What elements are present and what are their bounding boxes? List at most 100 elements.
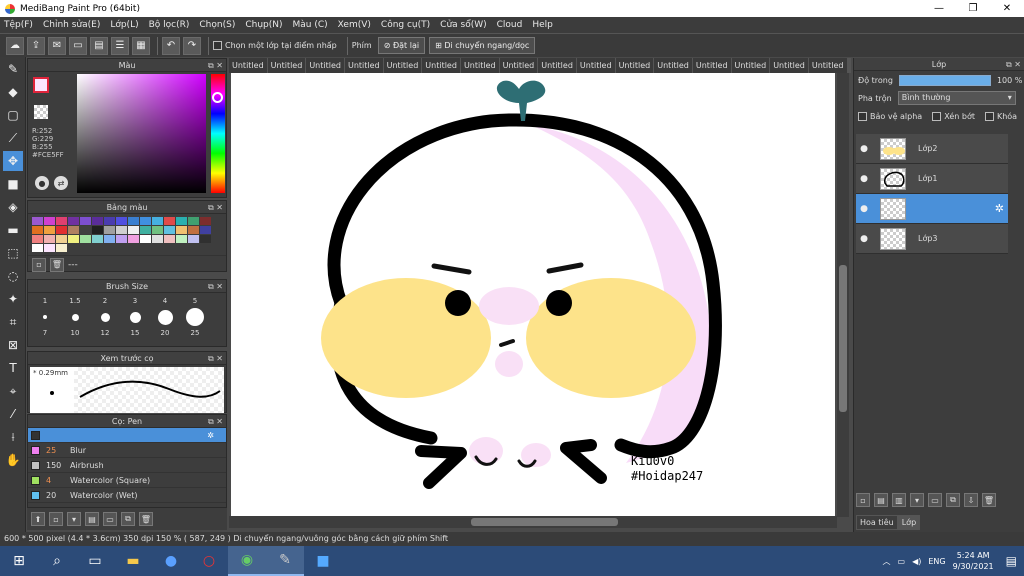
palette-swatch[interactable] xyxy=(104,235,115,243)
palette-swatch[interactable] xyxy=(176,235,187,243)
minimize-button[interactable]: — xyxy=(922,0,956,17)
list-icon[interactable]: ☰ xyxy=(111,36,129,55)
move-tool-icon[interactable]: ✥ xyxy=(3,151,23,171)
tab-untitled[interactable]: Untitled xyxy=(732,58,771,73)
trash-icon[interactable]: 🗑 xyxy=(982,493,996,507)
panel-controls-icon[interactable]: ⧉ ✕ xyxy=(208,280,223,293)
layer-row[interactable]: ● Lớp3 xyxy=(856,224,1008,254)
language-indicator[interactable]: ENG xyxy=(928,557,945,566)
brush-item-pen[interactable]: ✲ xyxy=(28,428,226,443)
brush-item[interactable]: 150 Airbrush xyxy=(28,458,226,473)
brush-size-option[interactable]: 1.5 10 xyxy=(60,295,90,339)
brush-size-option[interactable]: 17 xyxy=(30,295,60,339)
palette-swatch[interactable] xyxy=(44,235,55,243)
tab-untitled[interactable]: Untitled xyxy=(770,58,809,73)
palette-swatch[interactable] xyxy=(56,217,67,225)
new-brush-icon[interactable]: ▫ xyxy=(49,512,63,526)
grid-icon[interactable]: ▦ xyxy=(132,36,150,55)
redo-icon[interactable]: ↷ xyxy=(183,36,201,55)
cloud-icon[interactable]: ☁ xyxy=(6,36,24,55)
menu-filter[interactable]: Bộ lọc(R) xyxy=(149,20,190,30)
palette-swatch[interactable] xyxy=(32,235,43,243)
brush-item[interactable]: 20 Watercolor (Wet) xyxy=(28,488,226,503)
folder-icon[interactable]: ▭ xyxy=(103,512,117,526)
palette-swatch[interactable] xyxy=(56,226,67,234)
palette-swatch[interactable] xyxy=(116,217,127,225)
visibility-icon[interactable]: ● xyxy=(856,144,872,154)
maximize-button[interactable]: ❐ xyxy=(956,0,990,17)
hand-tool-icon[interactable]: ✋ xyxy=(3,450,23,470)
vertical-scrollbar[interactable] xyxy=(837,73,849,517)
visibility-icon[interactable]: ● xyxy=(856,204,872,214)
palette-swatch[interactable] xyxy=(104,226,115,234)
palette-swatch[interactable] xyxy=(56,244,67,252)
medibang-icon[interactable]: ✎ xyxy=(266,546,304,576)
palette-swatch[interactable] xyxy=(32,226,43,234)
brush-item[interactable]: 4 Watercolor (Square) xyxy=(28,473,226,488)
layer-menu-icon[interactable]: ▾ xyxy=(910,493,924,507)
palette-swatch[interactable] xyxy=(188,226,199,234)
tab-untitled[interactable]: Untitled xyxy=(268,58,307,73)
palette-swatch[interactable] xyxy=(188,235,199,243)
zalo-icon[interactable]: ● xyxy=(152,546,190,576)
panel-controls-icon[interactable]: ⧉ ✕ xyxy=(1006,58,1021,71)
canvas-area[interactable]: Kiu0v0 #Hoidap247 xyxy=(229,73,849,517)
visibility-icon[interactable]: ● xyxy=(856,174,872,184)
gradient-tool-icon[interactable]: ▬ xyxy=(3,220,23,240)
palette-swatch[interactable] xyxy=(80,226,91,234)
menu-color[interactable]: Màu (C) xyxy=(293,20,328,30)
eraser-tool-icon[interactable]: ◆ xyxy=(3,82,23,102)
palette-swatch[interactable] xyxy=(68,226,79,234)
layer-row[interactable]: ● Lớp2 xyxy=(856,134,1008,164)
search-icon[interactable]: ⌕ xyxy=(38,546,76,576)
new-layer-icon[interactable]: ▫ xyxy=(856,493,870,507)
divide-tool-icon[interactable]: ⁄ xyxy=(3,404,23,424)
palette-swatch[interactable] xyxy=(200,235,211,243)
palette-swatch[interactable] xyxy=(104,217,115,225)
move-straight-button[interactable]: ⊞ Di chuyển ngang/dọc xyxy=(429,37,536,54)
brush-item[interactable]: 25 Blur xyxy=(28,443,226,458)
merge-down-icon[interactable]: ⇩ xyxy=(964,493,978,507)
palette-swatch[interactable] xyxy=(164,217,175,225)
menu-help[interactable]: Help xyxy=(532,20,553,30)
fill-rect-tool-icon[interactable]: ■ xyxy=(3,174,23,194)
panel-controls-icon[interactable]: ⧉ ✕ xyxy=(208,201,223,214)
reset-button[interactable]: ⊘ Đặt lại xyxy=(377,37,426,54)
file-explorer-icon[interactable]: ▬ xyxy=(114,546,152,576)
horizontal-scroll-thumb[interactable] xyxy=(471,518,618,526)
menu-file[interactable]: Tệp(F) xyxy=(4,20,33,30)
palette-swatch[interactable] xyxy=(56,235,67,243)
operation-tool-icon[interactable]: ⌖ xyxy=(3,381,23,401)
tab-untitled[interactable]: Untitled xyxy=(577,58,616,73)
panel-controls-icon[interactable]: ⧉ ✕ xyxy=(208,415,223,428)
palette-swatch[interactable] xyxy=(92,217,103,225)
opacity-slider[interactable] xyxy=(898,74,991,86)
palette-swatch[interactable] xyxy=(32,244,43,252)
palette-swatch[interactable] xyxy=(188,217,199,225)
foreground-color-swatch[interactable] xyxy=(33,77,49,93)
dot-tool-icon[interactable]: ⟋ xyxy=(3,128,23,148)
palette-swatch[interactable] xyxy=(80,217,91,225)
tab-untitled[interactable]: Untitled xyxy=(345,58,384,73)
notification-icon[interactable]: ▤ xyxy=(1006,554,1017,568)
palette-swatch[interactable] xyxy=(200,226,211,234)
new-halftone-layer-icon[interactable]: ▤ xyxy=(874,493,888,507)
palette-swatch[interactable] xyxy=(176,217,187,225)
palette-swatch[interactable] xyxy=(140,235,151,243)
lock-checkbox[interactable] xyxy=(984,111,994,121)
panel-controls-icon[interactable]: ⧉ ✕ xyxy=(208,59,223,72)
tab-untitled[interactable]: Untitled xyxy=(616,58,655,73)
palette-swatch[interactable] xyxy=(176,226,187,234)
add-brush-icon[interactable]: ⬆ xyxy=(31,512,45,526)
tab-untitled[interactable]: Untitled xyxy=(847,58,851,73)
layer-row-selected[interactable]: ● ✲ xyxy=(856,194,1008,224)
gear-icon[interactable]: ✲ xyxy=(995,202,1004,215)
chrome-icon[interactable]: ◉ xyxy=(228,546,266,576)
brush-size-option[interactable]: 3 15 xyxy=(120,295,150,339)
tab-untitled[interactable]: Untitled xyxy=(693,58,732,73)
menu-snap[interactable]: Chụp(N) xyxy=(245,20,282,30)
palette-swatch[interactable] xyxy=(152,235,163,243)
palette-swatch[interactable] xyxy=(44,244,55,252)
brush-menu-icon[interactable]: ▾ xyxy=(67,512,81,526)
trash-icon[interactable]: 🗑 xyxy=(139,512,153,526)
